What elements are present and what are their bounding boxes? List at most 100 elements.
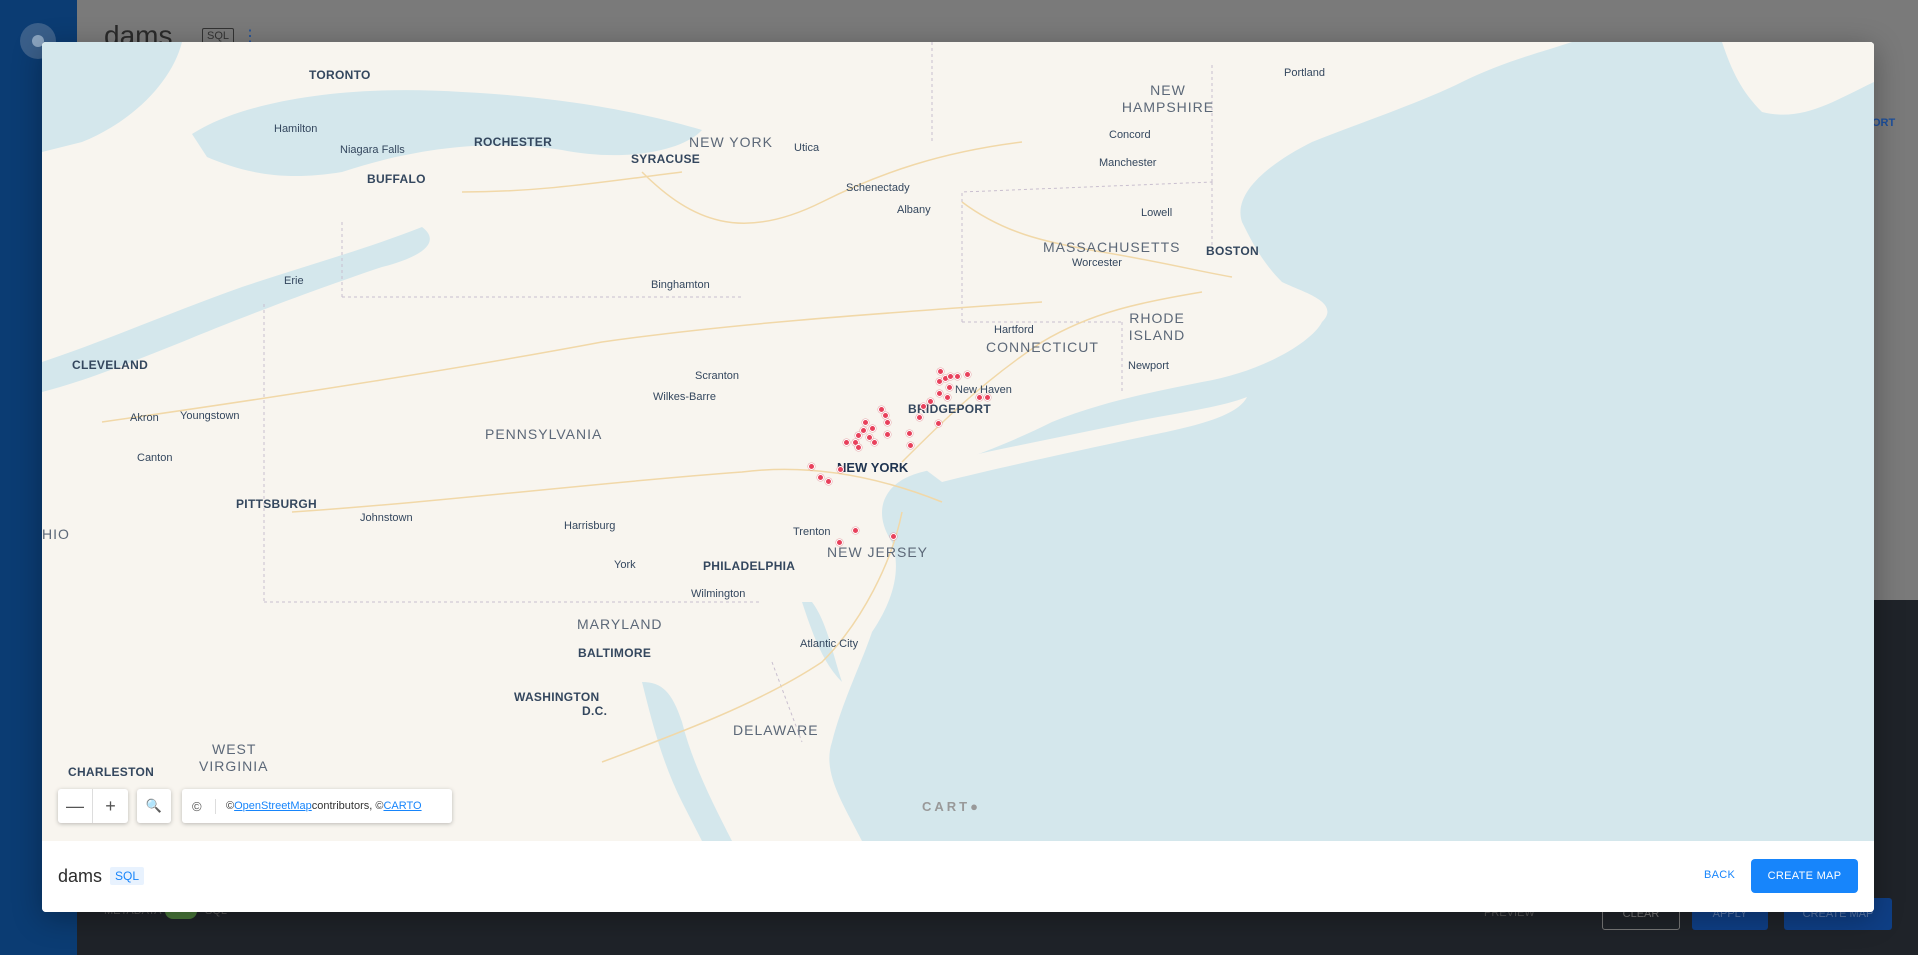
map-label-manchester: Manchester	[1099, 157, 1157, 169]
copyright-icon[interactable]: ©	[192, 798, 216, 814]
attribution-middle: contributors, ©	[311, 800, 384, 812]
report-link[interactable]: ORT	[1872, 117, 1895, 129]
map-label-portland: Portland	[1284, 67, 1325, 79]
dam-point[interactable]	[836, 539, 843, 546]
map-label-rochester: ROCHESTER	[474, 135, 553, 149]
attribution-prefix: ©	[226, 800, 235, 812]
map-label-utica: Utica	[794, 142, 820, 154]
map-label-new-york-city: NEW YORK	[837, 460, 909, 475]
dam-point[interactable]	[946, 384, 953, 391]
dam-point[interactable]	[855, 444, 862, 451]
zoom-out-button[interactable]: —	[58, 789, 93, 823]
map-label-toronto: TORONTO	[309, 68, 371, 82]
dam-point[interactable]	[852, 527, 859, 534]
dam-point[interactable]	[984, 394, 991, 401]
dam-point[interactable]	[890, 533, 897, 540]
map-label-ohio: HIO	[42, 526, 70, 542]
map-label-new-haven: New Haven	[955, 384, 1012, 396]
map-label-scranton: Scranton	[695, 370, 740, 382]
dataset-name: dams	[58, 866, 103, 886]
dam-point[interactable]	[906, 430, 913, 437]
map-label-canton: Canton	[137, 452, 173, 464]
dam-point[interactable]	[862, 419, 869, 426]
map-label-delaware: DELAWARE	[733, 722, 819, 738]
map-label-albany: Albany	[897, 204, 931, 216]
carto-logo: CART●	[922, 799, 981, 814]
dam-point[interactable]	[916, 414, 923, 421]
map-label-akron: Akron	[130, 412, 159, 424]
map-label-pennsylvania: PENNSYLVANIA	[485, 426, 603, 442]
dam-point[interactable]	[944, 394, 951, 401]
dam-point[interactable]	[843, 439, 850, 446]
map-label-lowell: Lowell	[1141, 207, 1173, 219]
zoom-controls: — +	[58, 789, 128, 823]
search-icon: 🔍	[145, 798, 163, 813]
map-label-charleston: CHARLESTON	[68, 765, 155, 779]
map-label-massachusetts: MASSACHUSETTS	[1043, 239, 1181, 255]
carto-link[interactable]: CARTO	[383, 800, 421, 812]
map-search-button[interactable]: 🔍	[137, 789, 171, 823]
map-label-buffalo: BUFFALO	[367, 172, 426, 186]
map-label-binghamton: Binghamton	[651, 279, 710, 291]
map-preview-modal: TORONTO Hamilton Niagara Falls ROCHESTER…	[42, 42, 1874, 912]
map-label-niagara-falls: Niagara Falls	[340, 144, 405, 156]
dam-point[interactable]	[837, 466, 844, 473]
sql-badge: SQL	[110, 867, 145, 885]
map-label-worcester: Worcester	[1072, 257, 1122, 269]
map-label-boston: BOSTON	[1206, 244, 1259, 258]
map-label-maryland: MARYLAND	[577, 616, 663, 632]
map-label-rhode-island: RHODE ISLAND	[1128, 310, 1186, 343]
map-label-schenectady: Schenectady	[846, 182, 910, 194]
dam-point[interactable]	[817, 474, 824, 481]
dam-point[interactable]	[808, 463, 815, 470]
map-label-hartford: Hartford	[994, 324, 1034, 336]
map-label-baltimore: BALTIMORE	[578, 646, 652, 660]
zoom-in-button[interactable]: +	[93, 789, 128, 823]
map-label-erie: Erie	[284, 275, 304, 287]
map-label-newport: Newport	[1128, 360, 1169, 372]
map-label-philadelphia: PHILADELPHIA	[703, 559, 796, 573]
openstreetmap-link[interactable]: OpenStreetMap	[234, 800, 312, 812]
dam-point[interactable]	[884, 419, 891, 426]
map-label-syracuse: SYRACUSE	[631, 152, 701, 166]
dam-point[interactable]	[936, 390, 943, 397]
map-attribution: © © OpenStreetMap contributors, © CARTO	[182, 789, 452, 823]
dam-point[interactable]	[825, 478, 832, 485]
create-map-button[interactable]: CREATE MAP	[1751, 859, 1858, 893]
dam-point[interactable]	[954, 373, 961, 380]
dam-point[interactable]	[947, 373, 954, 380]
map-label-connecticut: CONNECTICUT	[986, 339, 1099, 355]
map-label-new-jersey: NEW JERSEY	[827, 544, 929, 560]
dam-point[interactable]	[927, 398, 934, 405]
dam-point[interactable]	[869, 425, 876, 432]
map-label-cleveland: CLEVELAND	[72, 358, 149, 372]
dam-point[interactable]	[855, 432, 862, 439]
dam-point[interactable]	[882, 412, 889, 419]
map-label-new-hampshire: NEW HAMPSHIRE	[1121, 82, 1215, 115]
map-label-west: WEST	[212, 741, 257, 757]
dam-point[interactable]	[907, 442, 914, 449]
map-label-youngstown: Youngstown	[180, 410, 240, 422]
basemap	[42, 42, 1874, 841]
map-label-virginia: VIRGINIA	[199, 758, 269, 774]
map-label-atlantic-city: Atlantic City	[800, 638, 859, 650]
map-label-dc: D.C.	[582, 704, 608, 718]
dam-point[interactable]	[884, 431, 891, 438]
modal-footer: dams SQL BACK CREATE MAP	[42, 841, 1874, 912]
dam-point[interactable]	[935, 420, 942, 427]
dam-point[interactable]	[920, 403, 927, 410]
map-label-new-york-state: NEW YORK	[689, 134, 773, 150]
dam-point[interactable]	[937, 368, 944, 375]
map-label-pittsburgh: PITTSBURGH	[236, 497, 317, 511]
map-label-johnstown: Johnstown	[360, 512, 413, 524]
back-button[interactable]: BACK	[1704, 869, 1735, 881]
dam-point[interactable]	[976, 394, 983, 401]
map-label-york: York	[614, 559, 636, 571]
map-label-wilkes-barre: Wilkes-Barre	[653, 391, 716, 403]
map-label-washington: WASHINGTON	[514, 690, 600, 704]
map-label-wilmington: Wilmington	[691, 588, 746, 600]
map-label-trenton: Trenton	[793, 526, 831, 538]
map-canvas[interactable]: TORONTO Hamilton Niagara Falls ROCHESTER…	[42, 42, 1874, 841]
dam-point[interactable]	[964, 371, 971, 378]
dam-point[interactable]	[871, 439, 878, 446]
